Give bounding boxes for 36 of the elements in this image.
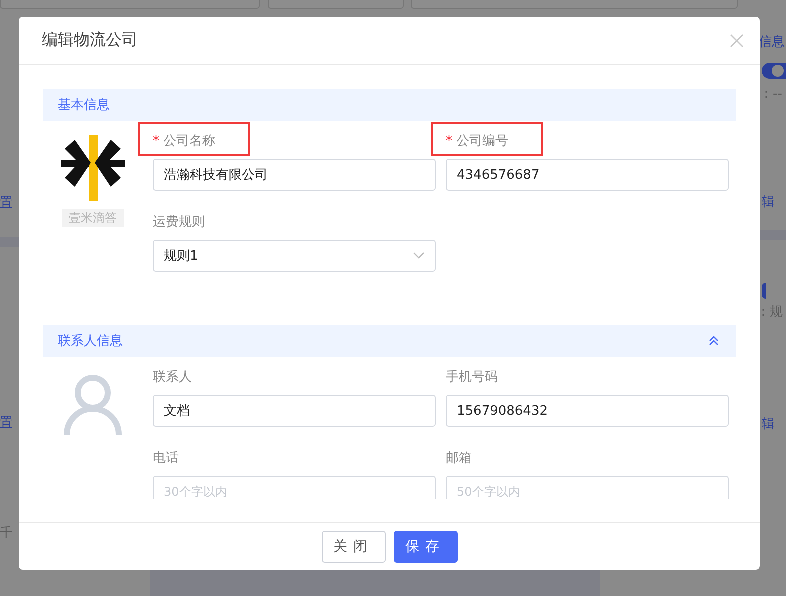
avatar-icon bbox=[63, 373, 123, 435]
background-text: 辑 bbox=[762, 194, 775, 212]
toggle-switch[interactable] bbox=[762, 63, 786, 79]
save-button[interactable]: 保存 bbox=[394, 530, 458, 562]
background-text: 置 bbox=[0, 415, 13, 433]
section-title: 联系人信息 bbox=[58, 333, 123, 350]
close-button[interactable]: 关闭 bbox=[322, 530, 386, 562]
dialog-title: 编辑物流公司 bbox=[42, 30, 138, 51]
logo-caption: 壹米滴答 bbox=[62, 209, 124, 227]
field-label: 公司编号 bbox=[456, 133, 508, 150]
section-title: 基本信息 bbox=[58, 97, 110, 114]
background-text: 置 bbox=[0, 195, 13, 213]
input-field[interactable]: 15679086432 bbox=[446, 395, 729, 427]
toggle-knob bbox=[772, 65, 784, 77]
caret-icon bbox=[413, 252, 425, 260]
company-logo bbox=[61, 135, 125, 201]
field-label: 电话 bbox=[153, 450, 179, 467]
field-label: 联系人 bbox=[153, 369, 192, 386]
collapse-icon[interactable] bbox=[708, 335, 720, 347]
field-label: 运费规则 bbox=[153, 214, 205, 231]
input-field[interactable]: 4346576687 bbox=[446, 159, 729, 191]
background-text: 辑 bbox=[762, 416, 775, 434]
required-mark: * bbox=[446, 134, 452, 148]
background-text: 信息 bbox=[759, 34, 785, 52]
required-mark: * bbox=[153, 134, 160, 148]
input-field[interactable]: 30个字以内 bbox=[153, 476, 436, 499]
field-label: 公司名称 bbox=[164, 133, 216, 150]
close-icon[interactable] bbox=[730, 34, 744, 48]
input-field[interactable]: 文档 bbox=[153, 395, 436, 427]
field-label: 手机号码 bbox=[446, 369, 498, 386]
background-text: ：-- bbox=[760, 86, 782, 104]
input-field[interactable]: 50个字以内 bbox=[446, 476, 729, 499]
rule-select[interactable]: 规则1 bbox=[153, 240, 436, 272]
field-label: 邮箱 bbox=[446, 450, 472, 467]
toggle-switch[interactable] bbox=[762, 283, 766, 299]
input-field[interactable]: 浩瀚科技有限公司 bbox=[153, 159, 436, 191]
